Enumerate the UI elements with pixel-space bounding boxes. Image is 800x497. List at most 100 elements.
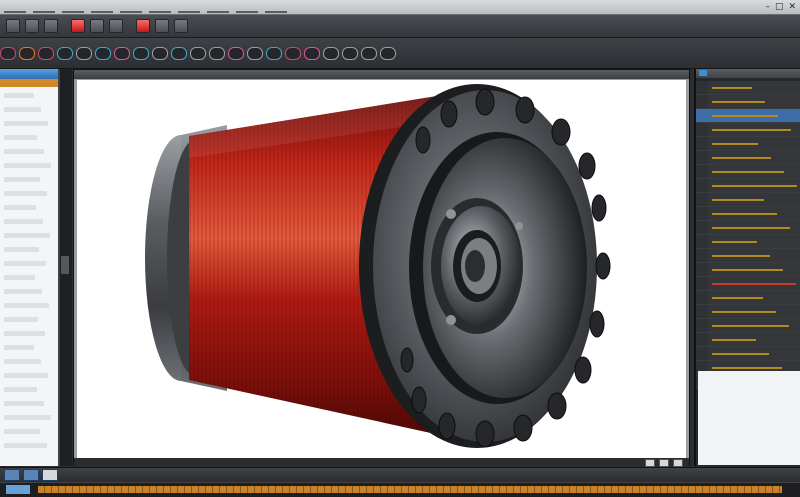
undo-icon[interactable] (71, 19, 85, 33)
inset-icon[interactable] (247, 47, 263, 60)
boolean-icon[interactable] (190, 47, 206, 60)
measure-icon[interactable] (380, 47, 396, 60)
menu-item[interactable] (4, 3, 26, 13)
subdivide-icon[interactable] (228, 47, 244, 60)
redo-icon[interactable] (90, 19, 104, 33)
new-icon[interactable] (6, 19, 20, 33)
panel-splitter[interactable] (60, 69, 72, 466)
outliner-row[interactable] (4, 205, 36, 210)
menu-item[interactable] (149, 3, 171, 13)
property-row[interactable] (696, 277, 800, 291)
knife-icon[interactable] (133, 47, 149, 60)
outliner-row[interactable] (4, 443, 47, 448)
property-row[interactable] (696, 179, 800, 193)
rotate-icon[interactable] (38, 47, 54, 60)
layers-icon[interactable] (4, 469, 20, 481)
cut-icon[interactable] (109, 19, 123, 33)
viewport-canvas[interactable] (77, 80, 686, 459)
property-row[interactable] (696, 291, 800, 305)
smooth-icon[interactable] (209, 47, 225, 60)
menu-item[interactable] (91, 3, 113, 13)
properties-icon[interactable] (699, 70, 707, 76)
property-row[interactable] (696, 207, 800, 221)
menu-item[interactable] (33, 3, 55, 13)
zoom-icon[interactable] (645, 459, 655, 467)
solidify-icon[interactable] (323, 47, 339, 60)
3d-viewport[interactable] (73, 69, 690, 467)
screw-icon[interactable] (304, 47, 320, 60)
scale-icon[interactable] (57, 47, 73, 60)
splitter-handle-icon[interactable] (61, 256, 69, 274)
property-row[interactable] (696, 235, 800, 249)
motor-stator-model[interactable] (77, 80, 686, 459)
timeline[interactable] (0, 482, 800, 497)
timeline-track[interactable] (38, 486, 782, 493)
outliner-row[interactable] (4, 345, 34, 350)
properties-header[interactable] (696, 69, 800, 78)
property-row[interactable] (696, 333, 800, 347)
outliner-row[interactable] (4, 331, 45, 336)
menu-item[interactable] (236, 3, 258, 13)
outliner-row[interactable] (4, 429, 40, 434)
array-icon[interactable] (171, 47, 187, 60)
menu-item[interactable] (207, 3, 229, 13)
loop-cut-icon[interactable] (114, 47, 130, 60)
outliner-row[interactable] (4, 121, 48, 126)
extrude-icon[interactable] (76, 47, 92, 60)
outliner-row[interactable] (4, 149, 44, 154)
outliner-row[interactable] (4, 135, 37, 140)
timeline-cursor[interactable] (6, 485, 30, 494)
property-row[interactable] (696, 249, 800, 263)
property-row[interactable] (696, 137, 800, 151)
property-row[interactable] (696, 305, 800, 319)
menu-item[interactable] (178, 3, 200, 13)
outliner-row[interactable] (4, 387, 37, 392)
outliner-row[interactable] (4, 93, 34, 98)
outliner-row[interactable] (4, 317, 38, 322)
spin-icon[interactable] (285, 47, 301, 60)
outliner-row[interactable] (4, 191, 47, 196)
outliner-row[interactable] (4, 303, 49, 308)
snap-icon[interactable] (155, 19, 169, 33)
property-row[interactable] (696, 319, 800, 333)
outliner-row[interactable] (4, 359, 41, 364)
maximize-icon[interactable]: □ (775, 1, 784, 13)
outliner-row[interactable] (4, 275, 35, 280)
record-icon[interactable] (136, 19, 150, 33)
close-icon[interactable]: ✕ (788, 1, 796, 13)
property-row[interactable] (696, 123, 800, 137)
property-row[interactable] (696, 165, 800, 179)
camera-icon[interactable] (42, 469, 58, 481)
bevel-icon[interactable] (95, 47, 111, 60)
outliner-row[interactable] (4, 107, 41, 112)
outliner-row[interactable] (4, 401, 44, 406)
outliner-row[interactable] (4, 415, 51, 420)
bridge-icon[interactable] (266, 47, 282, 60)
select-icon[interactable] (0, 47, 16, 60)
menu-item[interactable] (265, 3, 287, 13)
property-row[interactable] (696, 109, 800, 123)
twist-icon[interactable] (361, 47, 377, 60)
save-icon[interactable] (44, 19, 58, 33)
bend-icon[interactable] (342, 47, 358, 60)
pan-icon[interactable] (659, 459, 669, 467)
orbit-icon[interactable] (673, 459, 683, 467)
render-icon[interactable] (174, 19, 188, 33)
grid-icon[interactable] (23, 469, 39, 481)
outliner-row[interactable] (4, 219, 43, 224)
menu-item[interactable] (120, 3, 142, 13)
property-row[interactable] (696, 193, 800, 207)
outliner-row[interactable] (4, 177, 40, 182)
outliner-row[interactable] (4, 289, 42, 294)
mirror-icon[interactable] (152, 47, 168, 60)
outliner-row[interactable] (4, 261, 46, 266)
outliner-row[interactable] (4, 247, 39, 252)
property-row[interactable] (696, 151, 800, 165)
menu-item[interactable] (62, 3, 84, 13)
minimize-icon[interactable]: – (765, 1, 770, 13)
property-row[interactable] (696, 95, 800, 109)
property-row[interactable] (696, 81, 800, 95)
property-row[interactable] (696, 263, 800, 277)
property-row[interactable] (696, 347, 800, 361)
outliner-row[interactable] (4, 163, 51, 168)
